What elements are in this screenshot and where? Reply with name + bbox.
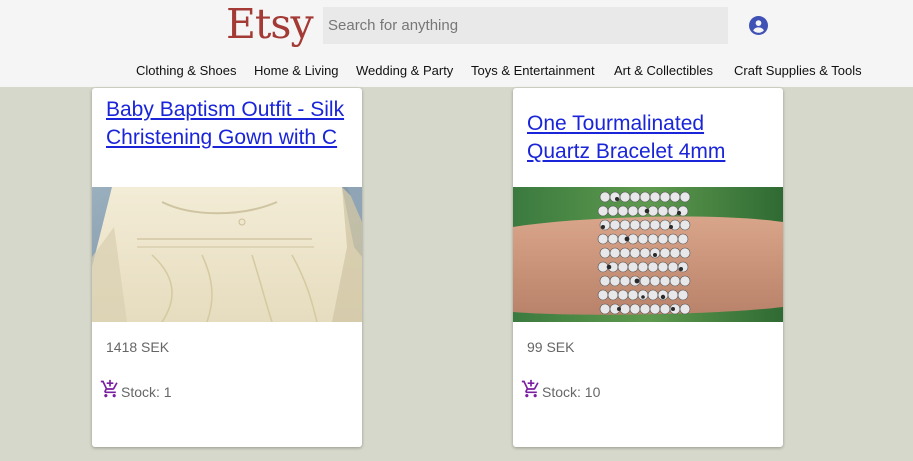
product-price: 99 SEK xyxy=(527,339,575,355)
nav-item-craft-supplies-tools[interactable]: Craft Supplies & Tools xyxy=(734,62,862,80)
search-input[interactable] xyxy=(323,7,728,44)
product-card: Baby Baptism Outfit - Silk Christening G… xyxy=(92,88,362,447)
site-header: Etsy Clothing & Shoes Home & Living Wedd… xyxy=(0,0,913,87)
add-shopping-cart-icon[interactable] xyxy=(521,379,541,399)
nav-item-toys-entertainment[interactable]: Toys & Entertainment xyxy=(471,62,595,80)
nav-item-art-collectibles[interactable]: Art & Collectibles xyxy=(614,62,713,80)
product-price: 1418 SEK xyxy=(106,339,170,355)
add-shopping-cart-icon[interactable] xyxy=(100,379,120,399)
christening-gown-photo[interactable] xyxy=(92,187,362,322)
stock-count: Stock: 10 xyxy=(542,384,601,400)
etsy-logo[interactable]: Etsy xyxy=(226,0,314,48)
account-circle-icon[interactable] xyxy=(749,16,768,35)
product-title-link[interactable]: Baby Baptism Outfit - Silk Christening G… xyxy=(106,96,346,152)
nav-item-clothing-shoes[interactable]: Clothing & Shoes xyxy=(136,62,236,80)
stock-count: Stock: 1 xyxy=(121,384,172,400)
quartz-bracelet-photo[interactable] xyxy=(513,187,783,322)
product-title-link[interactable]: One Tourmalinated Quartz Bracelet 4mm xyxy=(527,110,767,166)
nav-item-home-living[interactable]: Home & Living xyxy=(254,62,339,80)
product-card: One Tourmalinated Quartz Bracelet 4mm 99… xyxy=(513,88,783,447)
category-nav: Clothing & Shoes Home & Living Wedding &… xyxy=(0,62,913,80)
nav-item-wedding-party[interactable]: Wedding & Party xyxy=(356,62,453,80)
